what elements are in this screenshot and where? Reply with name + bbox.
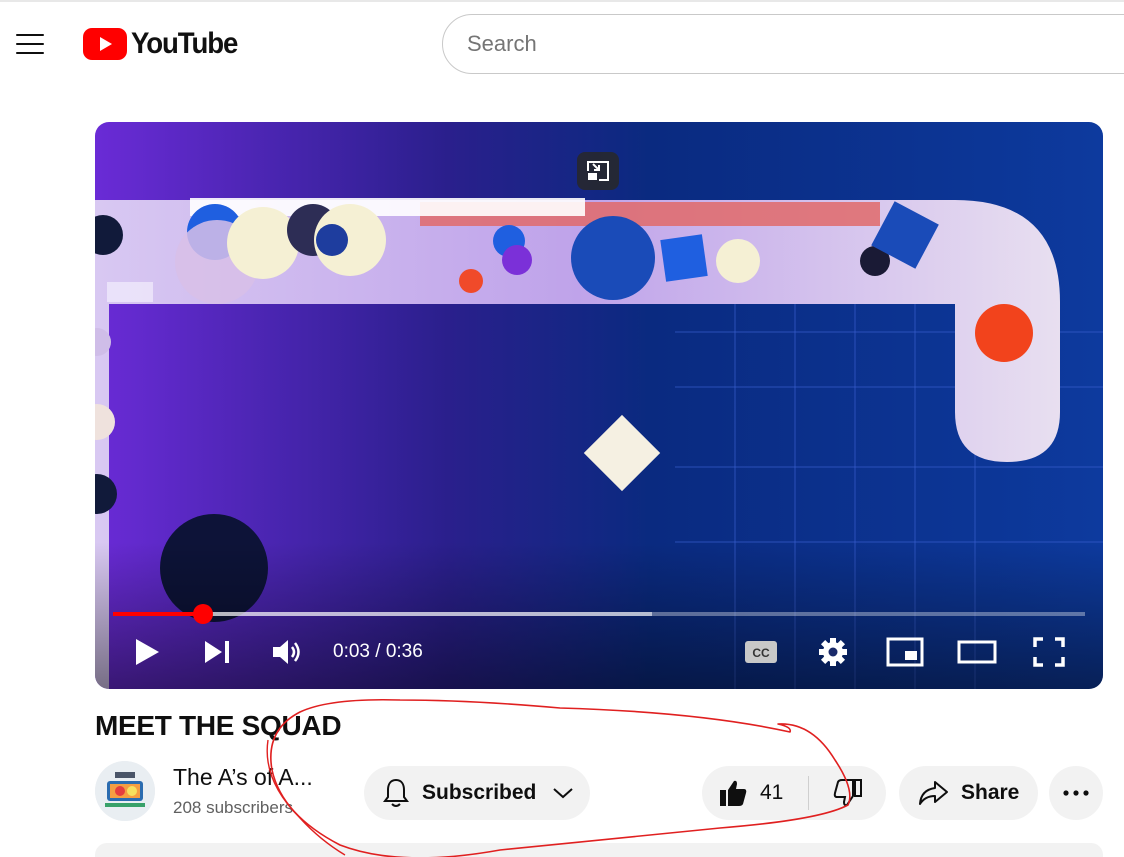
fullscreen-icon <box>1033 637 1065 667</box>
captions-button[interactable]: CC <box>741 634 781 670</box>
subscribed-button[interactable]: Subscribed <box>364 766 590 820</box>
logo-text: YouTube <box>131 27 238 60</box>
fullscreen-button[interactable] <box>1029 634 1069 670</box>
settings-icon <box>819 638 847 666</box>
miniplayer-exit-icon <box>587 161 609 181</box>
video-player[interactable]: 0:03 / 0:36 CC <box>95 122 1103 689</box>
dislike-button[interactable] <box>809 766 886 820</box>
progress-bar[interactable] <box>113 604 1085 624</box>
search-box[interactable] <box>442 14 1124 74</box>
like-dislike-group: 41 <box>702 766 886 820</box>
channel-avatar-image <box>95 761 155 821</box>
play-button[interactable] <box>129 634 165 670</box>
volume-icon <box>273 640 300 664</box>
youtube-logo[interactable]: YouTube <box>83 27 246 61</box>
channel-avatar[interactable] <box>95 761 155 821</box>
channel-name[interactable]: The A’s of A... <box>173 764 313 791</box>
svg-text:CC: CC <box>752 646 770 660</box>
theater-icon <box>957 640 997 664</box>
youtube-logo-icon <box>83 28 127 60</box>
miniplayer-icon <box>886 637 924 667</box>
time-display: 0:03 / 0:36 <box>333 641 423 662</box>
like-count: 41 <box>760 781 784 804</box>
chevron-down-icon <box>553 788 574 799</box>
menu-icon[interactable] <box>10 24 50 64</box>
volume-button[interactable] <box>269 634 305 670</box>
video-title: MEET THE SQUAD <box>95 710 342 741</box>
share-icon <box>919 781 948 805</box>
video-frame <box>95 122 1103 689</box>
settings-button[interactable] <box>813 634 853 670</box>
description-box[interactable] <box>95 843 1103 857</box>
next-icon <box>205 641 229 663</box>
like-icon <box>720 780 747 806</box>
search-input[interactable] <box>467 31 1067 57</box>
share-label: Share <box>961 781 1020 804</box>
captions-icon: CC <box>745 641 777 663</box>
played-bar <box>113 612 204 616</box>
like-button[interactable]: 41 <box>702 766 808 820</box>
miniplayer-button[interactable] <box>885 634 925 670</box>
subscribed-label: Subscribed <box>422 781 537 804</box>
top-border <box>0 0 1124 2</box>
bell-icon <box>383 778 409 807</box>
play-icon <box>136 639 159 665</box>
more-actions-button[interactable] <box>1049 766 1103 820</box>
dislike-icon <box>833 779 862 807</box>
subscriber-count: 208 subscribers <box>173 798 294 817</box>
exit-miniplayer-button[interactable] <box>577 152 619 190</box>
next-button[interactable] <box>199 634 235 670</box>
share-button[interactable]: Share <box>899 766 1038 820</box>
more-icon <box>1063 790 1089 796</box>
theater-mode-button[interactable] <box>957 634 997 670</box>
